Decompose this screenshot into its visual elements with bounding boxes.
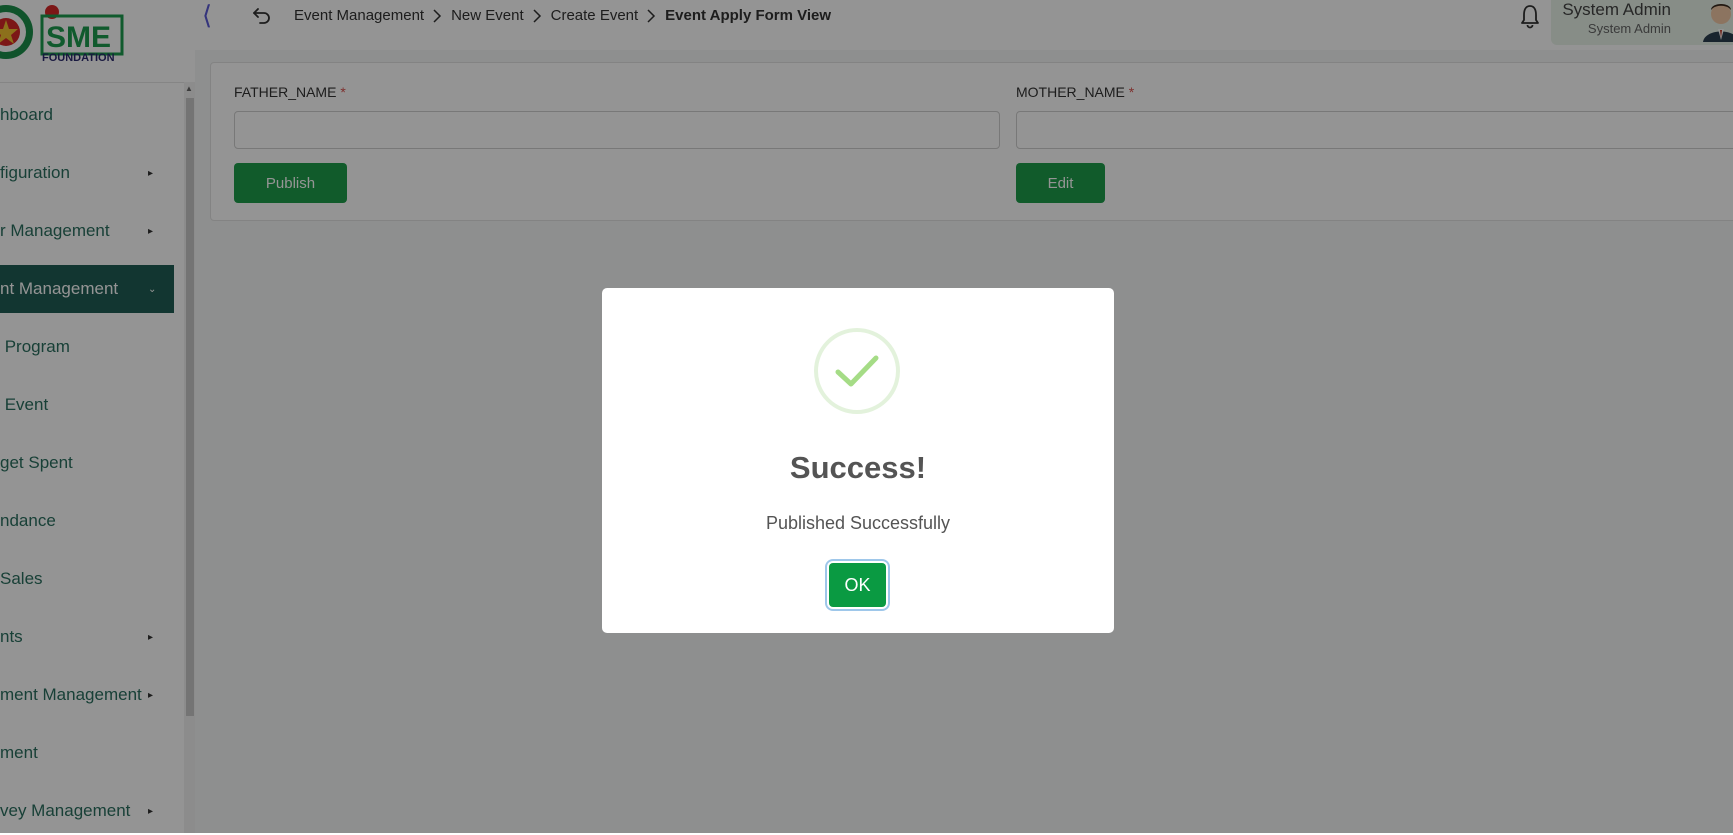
dialog-message: Published Successfully <box>765 513 951 533</box>
success-dialog: Success! Published Successfully OK <box>602 288 1114 633</box>
dialog-title: Success! <box>789 450 927 485</box>
ok-button[interactable]: OK <box>829 563 886 607</box>
success-check-icon <box>814 328 900 414</box>
